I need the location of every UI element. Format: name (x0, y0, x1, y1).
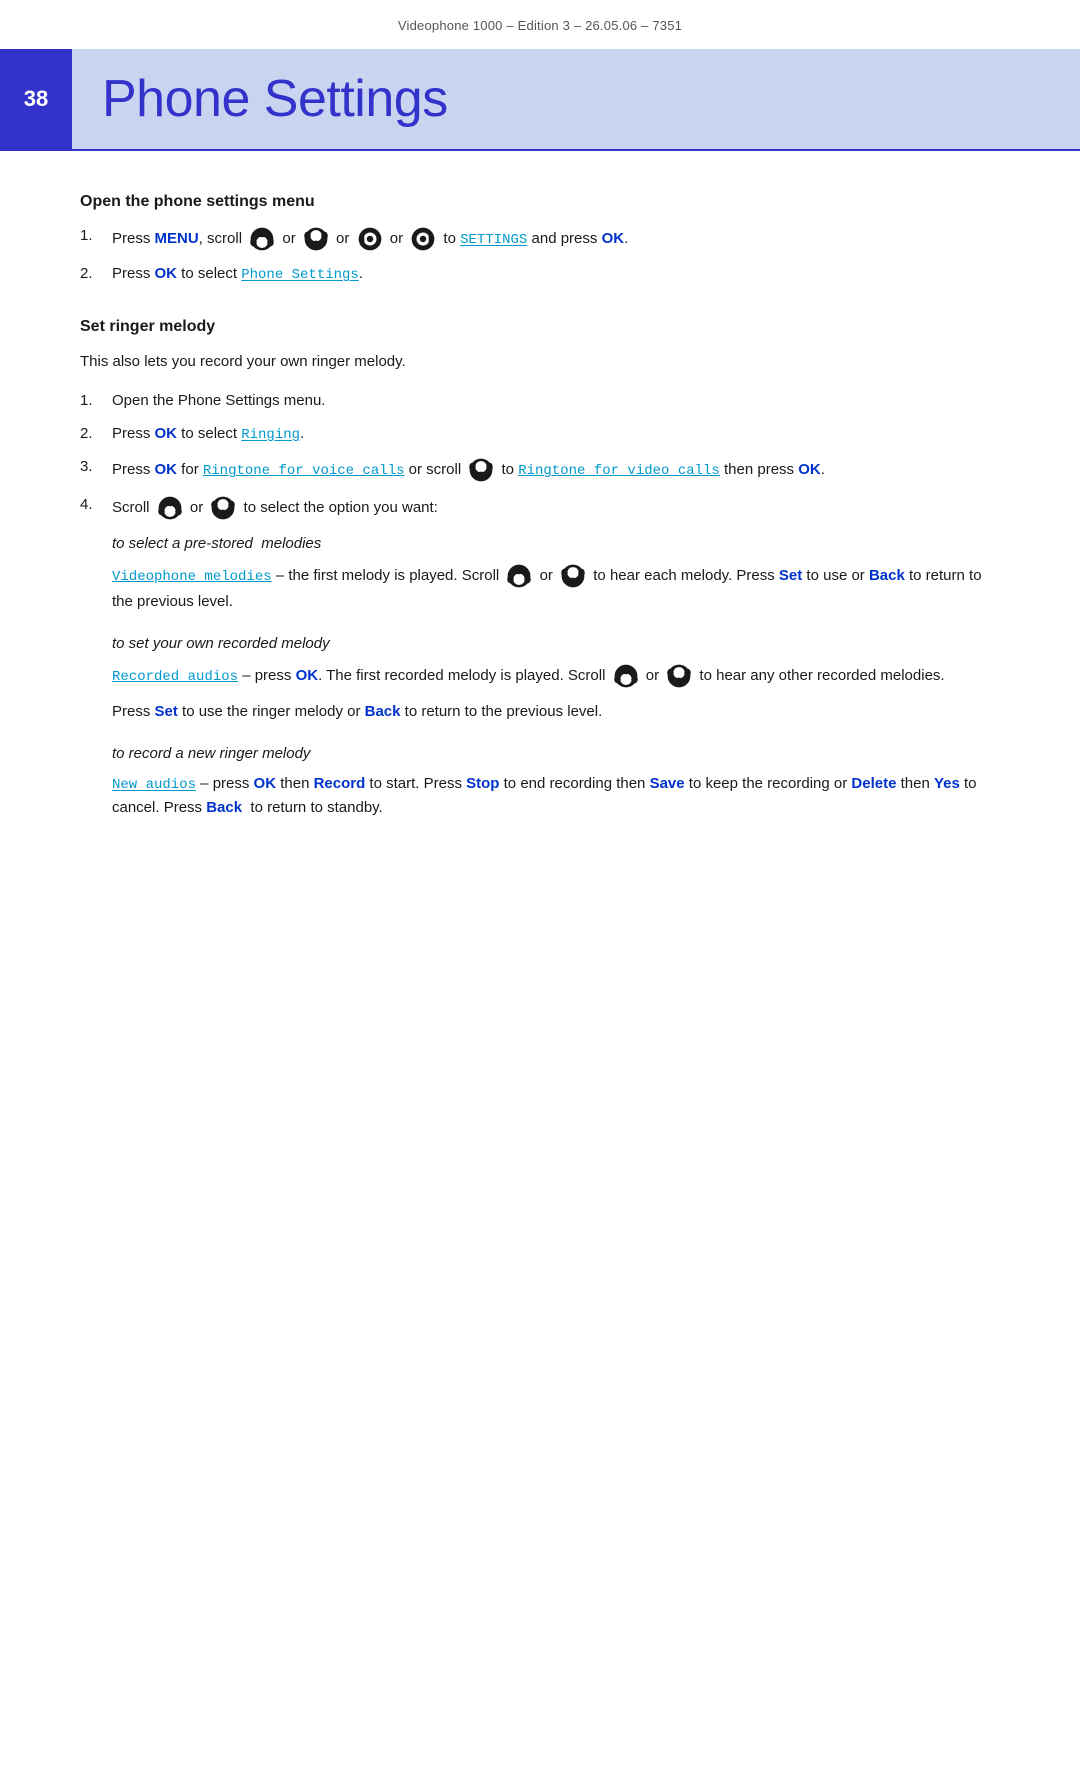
nav-left-icon (356, 225, 384, 253)
step-num: 2. (80, 263, 112, 286)
step-num: 2. (80, 423, 112, 446)
new-audios-para: New audios – press OK then Record to sta… (112, 772, 1000, 820)
set-label: Set (779, 566, 802, 583)
step-num: 3. (80, 456, 112, 479)
back-label2: Back (365, 703, 401, 720)
ringing-link: Ringing (241, 427, 300, 443)
recorded-audios-link: Recorded audios (112, 668, 238, 684)
step-content: Press OK to select Phone Settings. (112, 263, 1000, 286)
ok-rec: OK (296, 666, 319, 683)
header-label: Videophone 1000 – Edition 3 – 26.05.06 –… (398, 18, 682, 33)
ok-s2: OK (155, 425, 178, 442)
ok-label2: OK (155, 265, 178, 282)
sub-label-new: to record a new ringer melody (112, 742, 1000, 766)
page-title: Phone Settings (72, 69, 448, 129)
videophone-melodies-para: Videophone melodies – the first melody i… (112, 562, 1000, 614)
back-label: Back (869, 566, 905, 583)
step2-4: 4. Scroll or to select the option you wa… (80, 494, 1000, 522)
page-wrapper: Videophone 1000 – Edition 3 – 26.05.06 –… (0, 0, 1080, 892)
set-label2: Set (155, 703, 178, 720)
scroll-down-icon2 (467, 456, 495, 484)
section-open-settings: Open the phone settings menu 1. Press ME… (80, 193, 1000, 286)
sub-label-prestored: to select a pre-stored melodies (112, 532, 1000, 556)
new-audios-link: New audios (112, 777, 196, 793)
nav-right-icon (409, 225, 437, 253)
ok-label: OK (602, 230, 625, 247)
step-content: Scroll or to select the option you want: (112, 494, 1000, 522)
videophone-melodies-link: Videophone melodies (112, 568, 272, 584)
step-num: 1. (80, 390, 112, 413)
sub-section-new-melody: to record a new ringer melody New audios… (112, 742, 1000, 820)
step1-1: 1. Press MENU, scroll or or or to SETTIN… (80, 225, 1000, 253)
scroll-down-icon5 (665, 662, 693, 690)
page-header: Videophone 1000 – Edition 3 – 26.05.06 –… (0, 0, 1080, 41)
sub-section-recorded: to set your own recorded melody Recorded… (112, 632, 1000, 724)
section1-heading: Open the phone settings menu (80, 193, 1000, 211)
section2-heading: Set ringer melody (80, 318, 1000, 336)
step2-2: 2. Press OK to select Ringing. (80, 423, 1000, 446)
step2-1: 1. Open the Phone Settings menu. (80, 390, 1000, 413)
scroll-down-icon3 (209, 494, 237, 522)
step-num: 4. (80, 494, 112, 517)
recorded-audios-para2: Press Set to use the ringer melody or Ba… (112, 700, 1000, 724)
sub-label-recorded: to set your own recorded melody (112, 632, 1000, 656)
stop-label: Stop (466, 775, 499, 792)
ringtone-voice-link: Ringtone for voice calls (203, 462, 405, 478)
step-content: Press OK to select Ringing. (112, 423, 1000, 446)
scroll-up-icon4 (612, 662, 640, 690)
menu-label: MENU (155, 230, 199, 247)
settings-link: SETTINGS (460, 232, 527, 248)
scroll-up-icon (248, 225, 276, 253)
step-content: Press MENU, scroll or or or to SETTINGS … (112, 225, 1000, 253)
section-set-ringer: Set ringer melody This also lets you rec… (80, 318, 1000, 820)
step-content: Open the Phone Settings menu. (112, 390, 1000, 413)
step-num: 1. (80, 225, 112, 248)
ok-s3b: OK (798, 460, 821, 477)
ok-new: OK (254, 775, 277, 792)
ok-s3: OK (155, 460, 178, 477)
section2-intro: This also lets you record your own ringe… (80, 350, 1000, 374)
step-content: Press OK for Ringtone for voice calls or… (112, 456, 1000, 484)
record-label: Record (314, 775, 366, 792)
phone-settings-link: Phone Settings (241, 267, 359, 283)
page-number: 38 (0, 49, 72, 149)
sub-section-prestored: to select a pre-stored melodies Videopho… (112, 532, 1000, 614)
back-label3: Back (206, 799, 242, 816)
scroll-down-icon (302, 225, 330, 253)
scroll-up-icon2 (156, 494, 184, 522)
recorded-audios-para: Recorded audios – press OK. The first re… (112, 662, 1000, 690)
step1-2: 2. Press OK to select Phone Settings. (80, 263, 1000, 286)
ringtone-video-link: Ringtone for video calls (518, 462, 720, 478)
title-bar: 38 Phone Settings (0, 49, 1080, 149)
yes-label: Yes (934, 775, 960, 792)
scroll-up-icon3 (505, 562, 533, 590)
step2-3: 3. Press OK for Ringtone for voice calls… (80, 456, 1000, 484)
delete-label: Delete (851, 775, 896, 792)
save-label: Save (650, 775, 685, 792)
content-area: Open the phone settings menu 1. Press ME… (0, 151, 1080, 892)
scroll-down-icon4 (559, 562, 587, 590)
